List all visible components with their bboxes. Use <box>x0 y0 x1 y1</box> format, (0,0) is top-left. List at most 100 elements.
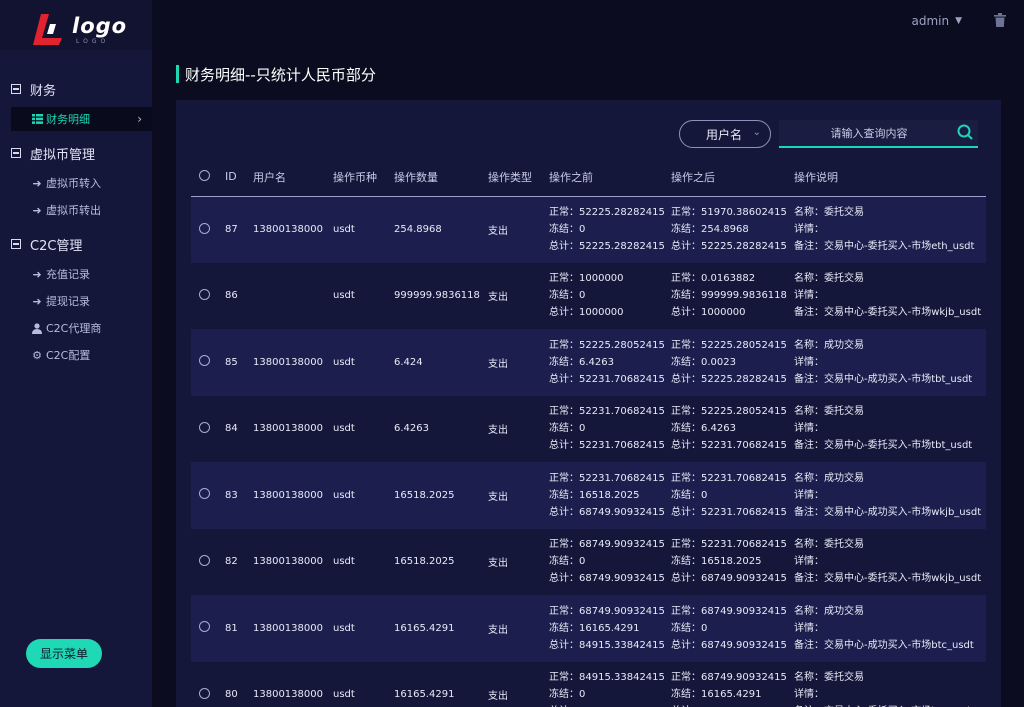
search-icon[interactable] <box>956 123 974 141</box>
collapse-icon <box>11 239 21 249</box>
nav-group-label: 虚拟币管理 <box>30 147 96 163</box>
row-select-cell <box>191 595 225 662</box>
topbar: admin ▼ <box>152 0 1024 50</box>
desc-line: 详情： <box>794 224 824 235</box>
cell-coin: usdt <box>333 262 394 329</box>
sign-in-icon: ➜ <box>32 176 42 190</box>
sidebar-item-label: 充值记录 <box>46 268 90 281</box>
row-radio[interactable] <box>199 488 210 500</box>
col-before: 操作之前 <box>549 158 671 197</box>
desc-line: 备注：交易中心-委托买入-市场tbt_usdt <box>794 440 973 452</box>
before-line: 总计：1000000 <box>549 307 624 319</box>
after-line: 正常：52231.70682415 <box>671 472 787 484</box>
row-radio[interactable] <box>199 554 210 566</box>
after-line: 总计：52225.28282415 <box>671 373 787 385</box>
cell-username: 13800138000 <box>253 395 333 462</box>
sidebar-item-label: C2C代理商 <box>46 322 102 335</box>
cell-amount: 16518.2025 <box>394 528 488 595</box>
table-row[interactable]: 80 13800138000 usdt 16165.4291 支出 正常：84915.33… <box>191 661 986 707</box>
cell-username <box>253 262 333 329</box>
row-select-cell <box>191 329 225 396</box>
after-line: 冻结：0.0023 <box>671 356 736 368</box>
user-icon <box>31 322 43 334</box>
cell-username: 13800138000 <box>253 528 333 595</box>
after-line: 正常：68749.90932415 <box>671 605 787 617</box>
before-line: 总计：68749.90932415 <box>549 573 665 585</box>
cell-type: 支出 <box>488 595 549 662</box>
sidebar-item-crypto-out[interactable]: ➜ 虚拟币转出 <box>0 198 152 222</box>
sign-in-icon: ➜ <box>32 267 42 281</box>
col-desc: 操作说明 <box>794 158 986 197</box>
cell-type: 支出 <box>488 395 549 462</box>
desc-line: 详情： <box>794 689 824 701</box>
cell-before: 正常：1000000 冻结：0 总计：1000000 <box>549 262 671 329</box>
row-select-cell <box>191 462 225 529</box>
table-row[interactable]: 83 13800138000 usdt 16518.2025 支出 正常：52231.70… <box>191 462 986 529</box>
sidebar-item-crypto-in[interactable]: ➜ 虚拟币转入 <box>0 171 152 195</box>
row-select-cell <box>191 395 225 462</box>
row-radio[interactable] <box>199 421 210 433</box>
cell-before: 正常：68749.90932415 冻结：0 总计：68749.90932415 <box>549 528 671 595</box>
cell-username: 13800138000 <box>253 462 333 529</box>
sidebar-item-agent[interactable]: C2C代理商 <box>0 316 152 340</box>
cell-after: 正常：68749.90932415 冻结：0 总计：68749.90932415 <box>671 595 794 662</box>
trash-icon[interactable] <box>994 13 1006 27</box>
row-select-cell <box>191 661 225 707</box>
search-field-select[interactable]: 用户名 ⌄ <box>679 120 771 148</box>
row-radio[interactable] <box>199 621 210 633</box>
desc-line: 名称：成功交易 <box>794 472 864 484</box>
before-line: 总计：68749.90932415 <box>549 506 665 518</box>
sidebar-item-withdraw[interactable]: ➜ 提现记录 <box>0 289 152 313</box>
sign-out-icon: ➜ <box>32 294 42 308</box>
table-row[interactable]: 84 13800138000 usdt 6.4263 支出 正常：52231.706824… <box>191 395 986 462</box>
show-menu-button[interactable]: 显示菜单 <box>26 639 102 668</box>
col-type: 操作类型 <box>488 158 549 197</box>
row-radio[interactable] <box>199 355 210 367</box>
table-row[interactable]: 86 usdt 999999.9836118 支出 正常：1000000 冻结：0 总计：1… <box>191 262 986 329</box>
chevron-down-icon: ⌄ <box>752 127 761 138</box>
after-line: 总计：1000000 <box>671 307 746 319</box>
cell-after: 正常：52225.28052415 冻结：0.0023 总计：52225.28282… <box>671 329 794 396</box>
cell-username: 13800138000 <box>253 595 333 662</box>
desc-line: 备注：交易中心-委托买入-市场btc_usdt <box>794 703 986 707</box>
user-menu[interactable]: admin ▼ <box>911 14 962 28</box>
cell-after: 正常：0.0163882 冻结：999999.9836118 总计：1000000 <box>671 262 794 329</box>
search-box <box>779 120 978 148</box>
before-line: 总计：52225.28282415 <box>549 241 665 252</box>
nav-group-c2c[interactable]: C2C管理 <box>0 231 152 257</box>
caret-down-icon: ▼ <box>955 16 962 26</box>
select-value: 用户名 <box>706 127 743 142</box>
table-row[interactable]: 87 13800138000 usdt 254.8968 支出 正常：52225.2828… <box>191 196 986 263</box>
search-input[interactable] <box>779 120 949 146</box>
cell-username: 13800138000 <box>253 196 333 263</box>
cell-id: 87 <box>225 196 253 263</box>
sidebar-item-config[interactable]: ⚙ C2C配置 <box>0 343 152 367</box>
row-radio[interactable] <box>199 222 210 234</box>
before-line: 正常：52225.28052415 <box>549 339 665 351</box>
desc-line: 名称：委托交易 <box>794 406 864 418</box>
nav-group-crypto[interactable]: 虚拟币管理 <box>0 140 152 166</box>
after-line: 冻结：0 <box>671 489 708 501</box>
desc-line: 备注：交易中心-委托买入-市场eth_usdt <box>794 241 975 252</box>
table-row[interactable]: 85 13800138000 usdt 6.424 支出 正常：52225.2805241… <box>191 329 986 396</box>
chevron-right-icon: › <box>137 112 142 126</box>
cell-desc: 名称：成功交易 详情： 备注：交易中心-成功买入-市场btc_usdt <box>794 595 986 662</box>
sidebar-item-label: 虚拟币转出 <box>46 204 101 217</box>
after-line: 总计：52225.28282415 <box>671 241 787 252</box>
table-row[interactable]: 82 13800138000 usdt 16518.2025 支出 正常：68749.90… <box>191 528 986 595</box>
desc-line: 备注：交易中心-委托买入-市场wkjb_usdt <box>794 307 982 319</box>
before-line: 正常：52231.70682415 <box>549 472 665 484</box>
logo[interactable]: logo LOGO <box>0 0 152 50</box>
sidebar-item-finance-detail[interactable]: 财务明细 › <box>11 107 152 131</box>
nav-group-finance[interactable]: 财务 <box>0 76 152 102</box>
cell-desc: 名称：委托交易 详情： 备注：交易中心-委托买入-市场wkjb_usdt <box>794 528 986 595</box>
select-all-radio[interactable] <box>199 169 210 181</box>
sidebar-item-recharge[interactable]: ➜ 充值记录 <box>0 262 152 286</box>
row-radio[interactable] <box>199 687 210 699</box>
row-radio[interactable] <box>199 288 210 300</box>
cell-desc: 名称：委托交易 详情： 备注：交易中心-委托买入-市场tbt_usdt <box>794 395 986 462</box>
table-row[interactable]: 81 13800138000 usdt 16165.4291 支出 正常：68749.90… <box>191 595 986 662</box>
after-line: 总计：84915.33842415 <box>671 703 794 707</box>
before-line: 正常：84915.33842415 <box>549 672 665 684</box>
before-line: 冻结：0 <box>549 556 586 568</box>
